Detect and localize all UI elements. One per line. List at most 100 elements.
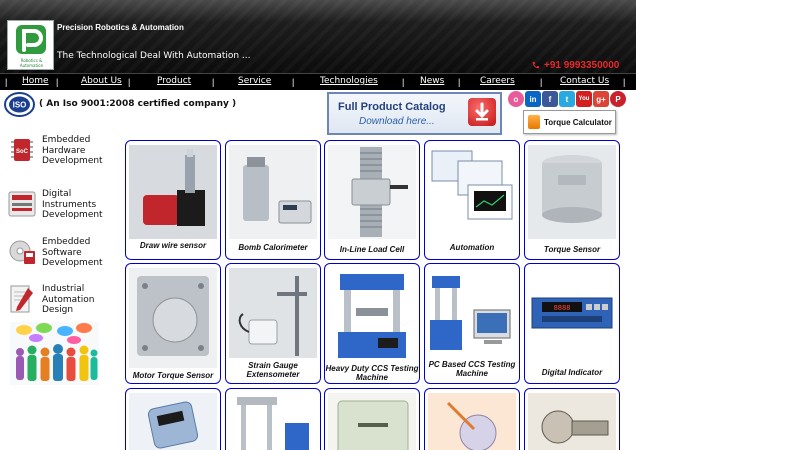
digital-instrument-icon: [8, 191, 36, 217]
nav-service[interactable]: Service: [238, 76, 271, 86]
product-card-torque-sensor[interactable]: Torque Sensor: [524, 140, 620, 260]
pinterest-icon[interactable]: P: [610, 91, 626, 107]
product-image: [428, 393, 516, 450]
product-card-row3-5[interactable]: [524, 388, 620, 450]
twitter-icon[interactable]: t: [559, 91, 575, 107]
sidebar-item-label: Embedded Software Development: [42, 237, 103, 269]
download-icon: [468, 98, 496, 126]
product-caption: Torque Sensor: [543, 245, 601, 254]
company-name: Precision Robotics & Automation: [57, 23, 184, 32]
product-caption: Heavy Duty CCS Testing Machine: [325, 364, 419, 382]
svg-text:SoC: SoC: [16, 149, 29, 155]
nav-about-us[interactable]: About Us: [81, 76, 122, 86]
nav-news[interactable]: News: [420, 76, 444, 86]
svg-text:ISO: ISO: [13, 101, 27, 110]
nav-technologies[interactable]: Technologies: [320, 76, 378, 86]
catalog-title: Full Product Catalog: [338, 101, 446, 113]
product-image: [229, 393, 317, 450]
product-image: [229, 268, 317, 358]
product-caption: Automation: [449, 243, 495, 252]
product-image: [129, 268, 217, 368]
nav-separator: |: [292, 77, 295, 87]
nav-product[interactable]: Product: [157, 76, 191, 86]
product-card-row3-1[interactable]: [125, 388, 221, 450]
nav-separator: |: [623, 77, 626, 87]
catalog-subtitle: Download here...: [359, 116, 435, 127]
sidebar-item-label: Digital Instruments Development: [42, 189, 103, 221]
nav-contact-us[interactable]: Contact Us: [560, 76, 609, 86]
iso-certified-icon: ISO: [4, 92, 35, 117]
logo-text: Robotics & Automation: [19, 58, 44, 68]
phone-contact[interactable]: +91 9993350000: [531, 59, 619, 71]
product-image: [328, 393, 416, 450]
catalog-download-banner[interactable]: Full Product Catalog Download here...: [327, 92, 502, 135]
sidebar-item-digital-instruments[interactable]: Digital Instruments Development: [8, 189, 112, 221]
nav-careers[interactable]: Careers: [480, 76, 515, 86]
svg-text:8888: 8888: [554, 305, 571, 313]
nav-separator: |: [540, 77, 543, 87]
soc-chip-icon: SoC: [11, 139, 33, 161]
sidebar-item-label: Industrial Automation Design: [42, 284, 95, 316]
nav-separator: |: [56, 77, 59, 87]
product-image: [328, 145, 416, 239]
software-disc-icon: [9, 240, 35, 264]
product-card-heavy-duty-ccs[interactable]: Heavy Duty CCS Testing Machine: [324, 263, 420, 384]
product-image: [229, 145, 317, 239]
sidebar-item-embedded-hardware[interactable]: SoC Embedded Hardware Development: [8, 135, 112, 167]
product-card-digital-indicator[interactable]: 8888 Digital Indicator: [524, 263, 620, 384]
product-image: [129, 145, 217, 239]
sidebar-item-label: Embedded Hardware Development: [42, 135, 103, 167]
product-image: [328, 268, 416, 362]
product-caption: Draw wire sensor: [139, 241, 207, 250]
team-people-illustration: [10, 322, 99, 385]
torque-calculator-label: Torque Calculator: [544, 117, 612, 127]
product-card-strain-gauge-extensometer[interactable]: Strain Gauge Extensometer: [225, 263, 321, 384]
product-card-automation[interactable]: Automation: [424, 140, 520, 260]
nav-home[interactable]: Home: [22, 76, 49, 86]
product-card-row3-2[interactable]: [225, 388, 321, 450]
product-image: 8888: [528, 268, 616, 362]
product-caption: In-Line Load Cell: [339, 245, 405, 254]
product-image: [528, 145, 616, 239]
phone-number: +91 9993350000: [544, 59, 620, 71]
logo-p-icon: [16, 25, 46, 54]
nav-separator: |: [402, 77, 405, 87]
phone-icon: [532, 61, 540, 68]
nav-separator: |: [5, 77, 8, 87]
nav-separator: |: [458, 77, 461, 87]
product-caption: Digital Indicator: [541, 368, 603, 377]
orkut-icon[interactable]: o: [508, 91, 524, 107]
product-caption: Bomb Calorimeter: [238, 243, 308, 252]
nav-separator: |: [128, 77, 131, 87]
sidebar-item-embedded-software[interactable]: Embedded Software Development: [8, 237, 112, 269]
iso-certification-text: ( An Iso 9001:2008 certified company ): [39, 99, 237, 109]
product-image: [528, 393, 616, 450]
product-card-row3-3[interactable]: [324, 388, 420, 450]
product-image: [428, 145, 516, 239]
sidebar-item-industrial-automation[interactable]: Industrial Automation Design: [8, 284, 112, 316]
main-navigation: | Home | About Us | Product | Service | …: [0, 73, 636, 90]
facebook-icon[interactable]: f: [542, 91, 558, 107]
product-caption: Strain Gauge Extensometer: [246, 361, 300, 379]
product-card-draw-wire-sensor[interactable]: Draw wire sensor: [125, 140, 221, 260]
product-image: [428, 268, 516, 358]
product-card-pc-based-ccs[interactable]: PC Based CCS Testing Machine: [424, 263, 520, 384]
product-card-motor-torque-sensor[interactable]: Motor Torque Sensor: [125, 263, 221, 384]
nav-separator: |: [212, 77, 215, 87]
product-image: [129, 393, 217, 450]
youtube-icon[interactable]: You: [576, 91, 592, 107]
product-card-row3-4[interactable]: [424, 388, 520, 450]
product-caption: PC Based CCS Testing Machine: [428, 360, 516, 378]
product-card-in-line-load-cell[interactable]: In-Line Load Cell: [324, 140, 420, 260]
tagline: The Technological Deal With Automation .…: [57, 51, 251, 61]
torque-calculator-button[interactable]: Torque Calculator: [523, 110, 616, 134]
company-logo[interactable]: Robotics & Automation: [7, 20, 54, 70]
linkedin-icon[interactable]: in: [525, 91, 541, 107]
automation-design-icon: [10, 285, 33, 313]
calculator-icon: [528, 115, 540, 129]
site-header: Robotics & Automation Precision Robotics…: [0, 0, 636, 73]
google-plus-icon[interactable]: g+: [593, 91, 609, 107]
product-card-bomb-calorimeter[interactable]: Bomb Calorimeter: [225, 140, 321, 260]
social-links: o in f t You g+ P: [508, 91, 626, 107]
product-caption: Motor Torque Sensor: [132, 371, 214, 380]
